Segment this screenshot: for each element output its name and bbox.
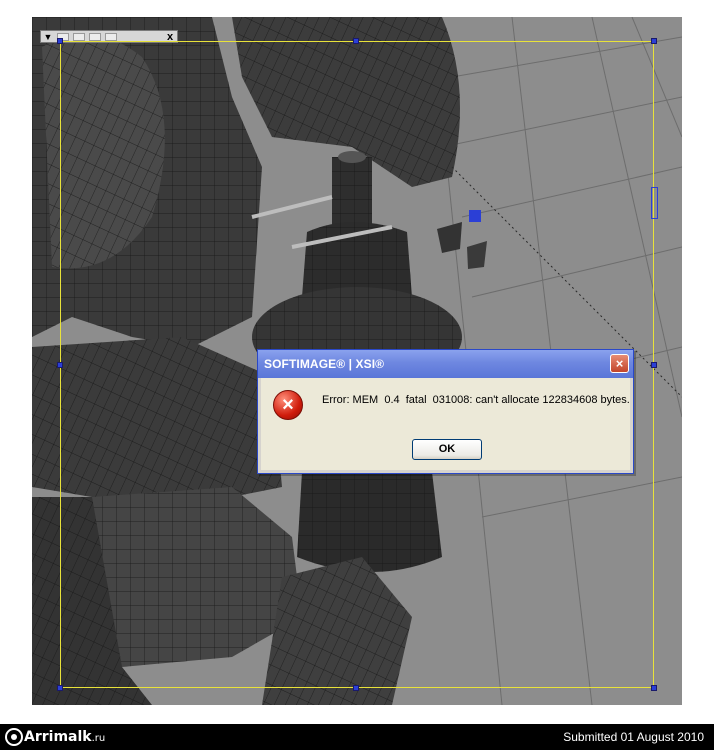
viewport-close-icon[interactable]: x xyxy=(163,31,177,43)
dialog-title: SOFTIMAGE® | XSI® xyxy=(264,357,385,371)
frame-handle-bottom-center[interactable] xyxy=(353,685,359,691)
viewport-menu-icon[interactable]: ▼ xyxy=(41,32,55,42)
frame-handle-top-right[interactable] xyxy=(651,38,657,44)
frame-handle-top-center[interactable] xyxy=(353,38,359,44)
viewport-toolbar-slot[interactable] xyxy=(89,32,101,41)
frame-handle-bottom-left[interactable] xyxy=(57,685,63,691)
frame-handle-middle-right[interactable] xyxy=(651,362,657,368)
viewport-toolbar-slot[interactable] xyxy=(73,32,85,41)
error-icon: × xyxy=(273,390,303,420)
frame-side-handle[interactable] xyxy=(651,187,658,219)
error-dialog: SOFTIMAGE® | XSI® × × Error: MEM 0.4 fat… xyxy=(257,349,634,474)
submitted-date: Submitted 01 August 2010 xyxy=(563,730,704,744)
site-logo-text[interactable]: Arrimalk.ru xyxy=(24,729,105,745)
dialog-titlebar[interactable]: SOFTIMAGE® | XSI® × xyxy=(258,350,633,378)
viewport-toolbar-slot[interactable] xyxy=(105,32,117,41)
error-icon-glyph: × xyxy=(282,394,294,416)
frame-handle-top-left[interactable] xyxy=(57,38,63,44)
site-logo-icon xyxy=(5,728,23,746)
close-icon[interactable]: × xyxy=(610,354,629,373)
frame-handle-middle-left[interactable] xyxy=(57,362,63,368)
ok-button[interactable]: OK xyxy=(412,439,482,460)
site-logo-name: Arrimalk xyxy=(24,729,92,745)
frame-handle-bottom-right[interactable] xyxy=(651,685,657,691)
dialog-body: × Error: MEM 0.4 fatal 031008: can't all… xyxy=(261,378,630,470)
error-message: Error: MEM 0.4 fatal 031008: can't alloc… xyxy=(322,394,630,406)
site-logo-suffix: .ru xyxy=(91,733,106,744)
footer-bar: Arrimalk.ru Submitted 01 August 2010 xyxy=(0,724,714,750)
